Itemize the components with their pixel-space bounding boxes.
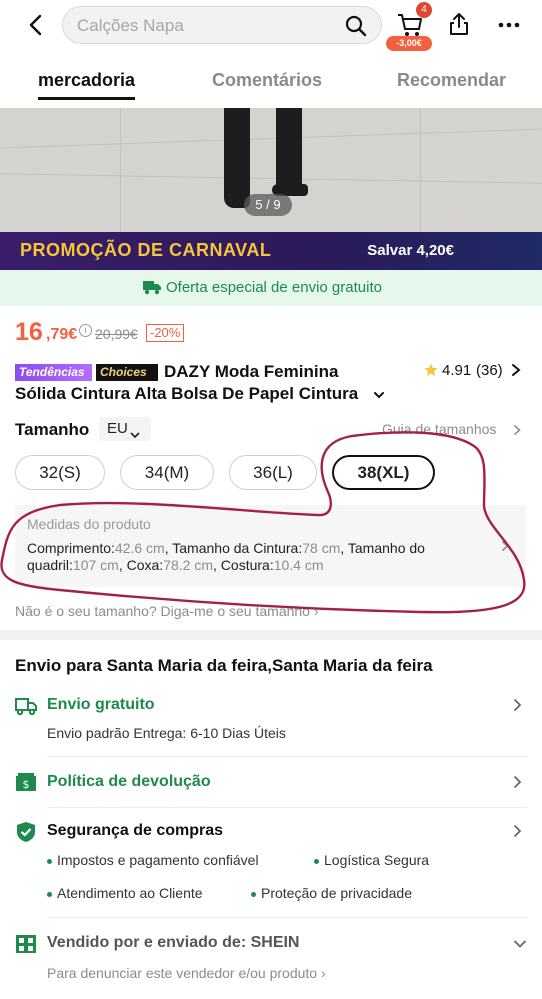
measure-value: 78 cm (302, 540, 341, 556)
chevron-right-icon[interactable] (513, 775, 522, 789)
store-icon (15, 934, 37, 954)
tab-mercadoria[interactable]: mercadoria (38, 70, 135, 91)
search-icon[interactable] (345, 15, 367, 37)
measure-value: 78.2 cm (163, 557, 214, 573)
boot-right (276, 108, 302, 192)
promo-save-amount: Salvar 4,20€ (367, 242, 454, 259)
row-divider (47, 756, 527, 757)
image-pager: 5 / 9 (244, 194, 292, 216)
measure-label: Costura: (220, 557, 274, 573)
row-divider (47, 807, 527, 808)
report-seller-text: Para denunciar este vendedor e/ou produt… (47, 965, 318, 981)
back-arrow-icon[interactable] (22, 12, 48, 38)
product-page: Calções Napa 4 -3,00€ mercadoria Comentá… (0, 0, 542, 999)
return-policy-title[interactable]: Política de devolução (47, 773, 211, 791)
discount-badge: -20% (146, 324, 185, 342)
svg-text:$: $ (23, 778, 30, 791)
size-option-34[interactable]: 34(M) (120, 455, 214, 490)
measure-label: Comprimento: (27, 540, 115, 556)
chevron-down-icon (130, 426, 140, 439)
free-shipping-title[interactable]: Envio gratuito (47, 696, 155, 714)
size-label: Tamanho (15, 420, 90, 439)
measure-label: Coxa: (126, 557, 164, 573)
cart-discount-badge: -3,00€ (386, 36, 432, 51)
size-guide-link[interactable]: Guia de tamanhos (382, 421, 496, 437)
chevron-down-icon[interactable] (513, 936, 527, 950)
measure-value: 107 cm (72, 557, 119, 573)
measure-value: 10.4 cm (273, 557, 324, 573)
floor-tile-line (0, 173, 542, 184)
security-point: Atendimento ao Cliente (47, 885, 203, 901)
size-unit-select[interactable]: EU (99, 417, 151, 441)
more-options-icon[interactable] (496, 13, 522, 37)
search-input[interactable]: Calções Napa (77, 16, 184, 36)
chevron-right-icon[interactable] (501, 539, 509, 552)
security-point: Logística Segura (313, 852, 430, 868)
rating-value[interactable]: 4.91 (442, 362, 471, 379)
size-help-text: Não é o seu tamanho? Diga-me o seu taman… (15, 603, 310, 619)
seller-info[interactable]: Vendido por e enviado de: SHEIN (47, 934, 299, 952)
floor-tile-line (420, 108, 421, 232)
product-title[interactable]: DAZY Moda Feminina (164, 362, 338, 382)
share-icon[interactable] (448, 12, 470, 36)
section-tabs: mercadoria Comentários Recomendar (0, 64, 542, 104)
row-divider (47, 917, 527, 918)
measure-value: 42.6 cm (114, 540, 165, 556)
top-bar: Calções Napa 4 -3,00€ (0, 0, 542, 52)
chevron-right-icon[interactable] (511, 363, 521, 377)
trends-badge: Tendências (15, 364, 92, 381)
measurements-title: Medidas do produto (27, 516, 151, 532)
size-help-link[interactable]: Não é o seu tamanho? Diga-me o seu taman… (15, 603, 319, 619)
chevron-right-icon[interactable] (513, 698, 522, 712)
report-seller-link[interactable]: Para denunciar este vendedor e/ou produt… (47, 965, 326, 981)
chevron-right-icon[interactable] (513, 824, 522, 838)
section-divider (0, 630, 542, 640)
rating-count[interactable]: (36) (476, 362, 503, 379)
truck-icon (15, 696, 37, 716)
price-info-icon[interactable]: i (79, 324, 92, 337)
return-policy-icon: $ (15, 772, 37, 792)
shipping-destination[interactable]: Envio para Santa Maria da feira,Santa Ma… (15, 656, 433, 676)
size-option-38-selected[interactable]: 38(XL) (332, 455, 435, 490)
price-integer: 16 (15, 318, 43, 346)
security-point: Impostos e pagamento confiável (47, 852, 259, 868)
free-shipping-text: Oferta especial de envio gratuito (166, 279, 382, 296)
promo-title: PROMOÇÃO DE CARNAVAL (20, 240, 272, 260)
search-bar[interactable]: Calções Napa (62, 6, 382, 44)
floor-tile-line (120, 108, 121, 232)
choices-badge: Choices (96, 364, 158, 381)
shield-icon (15, 821, 37, 842)
star-icon (424, 363, 438, 377)
free-shipping-banner: Oferta especial de envio gratuito (0, 270, 542, 306)
size-option-36[interactable]: 36(L) (229, 455, 317, 490)
security-point: Proteção de privacidade (251, 885, 412, 901)
purchase-security-title[interactable]: Segurança de compras (47, 822, 223, 840)
promo-banner[interactable]: PROMOÇÃO DE CARNAVAL Salvar 4,20€ (0, 232, 542, 270)
price-cents: ,79€ (46, 326, 78, 343)
chevron-right-icon[interactable] (513, 423, 521, 436)
measurements-list: Comprimento:42.6 cm, Tamanho da Cintura:… (27, 540, 425, 573)
size-option-32[interactable]: 32(S) (15, 455, 105, 490)
product-measurements[interactable]: Medidas do produto Comprimento:42.6 cm, … (15, 505, 526, 587)
measure-label: Tamanho da Cintura: (172, 540, 303, 556)
tab-recomendar[interactable]: Recomendar (397, 70, 506, 91)
active-tab-indicator (38, 97, 135, 100)
truck-icon (143, 279, 161, 295)
expand-title-icon[interactable] (373, 388, 385, 400)
cart-count-badge: 4 (416, 2, 432, 18)
product-title-continued[interactable]: Sólida Cintura Alta Bolsa De Papel Cintu… (15, 384, 375, 404)
free-shipping-detail: Envio padrão Entrega: 6-10 Dias Úteis (47, 725, 286, 741)
tab-comentarios[interactable]: Comentários (212, 70, 322, 91)
boot-left (224, 108, 250, 208)
floor-tile-line (0, 128, 542, 149)
original-price: 20,99€ (95, 326, 138, 342)
